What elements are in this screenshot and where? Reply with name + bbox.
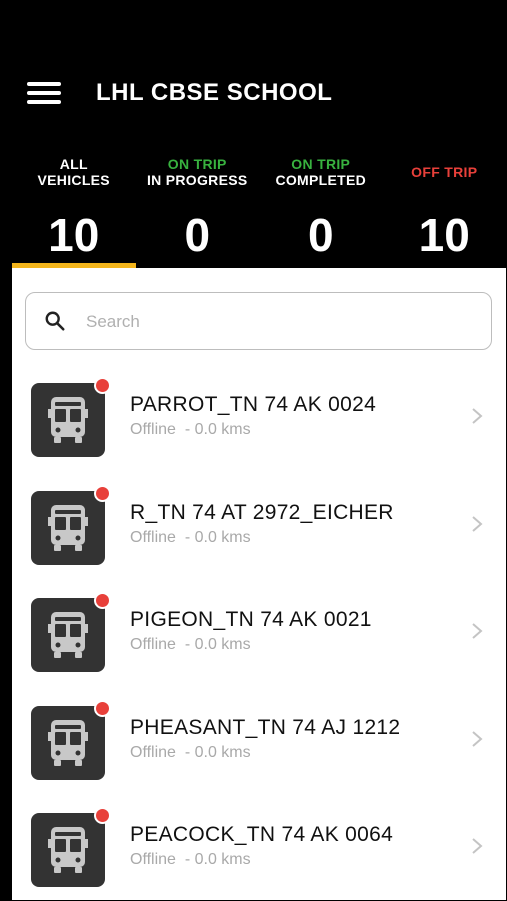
chevron-right-icon <box>472 730 483 747</box>
offline-status-dot <box>94 807 111 824</box>
app-header: LHL CBSE SCHOOL ALL VEHICLES 10 ON TRIP … <box>0 0 507 270</box>
vehicle-subtitle: Offline - 0.0 kms <box>130 421 251 439</box>
bus-icon <box>48 719 88 766</box>
vehicle-status: Offline <box>130 528 176 546</box>
tab-on-trip-in-progress[interactable]: ON TRIP IN PROGRESS 0 <box>136 150 260 268</box>
vehicle-status: Offline <box>130 636 176 653</box>
vehicle-status: Offline <box>130 851 176 868</box>
chevron-right-icon <box>472 515 483 532</box>
offline-status-dot <box>94 592 111 609</box>
bus-tile <box>31 705 105 780</box>
vehicle-distance: - 0.0 kms <box>184 528 251 546</box>
vehicle-list-item[interactable]: PEACOCK_TN 74 AK 0064 Offline - 0.0 kms <box>12 793 506 901</box>
vehicle-status: Offline <box>130 421 176 438</box>
app-title: LHL CBSE SCHOOL <box>96 79 333 106</box>
tab-label-line1: OFF TRIP <box>411 164 478 180</box>
hamburger-menu-icon[interactable] <box>27 80 61 106</box>
vehicle-filter-tabs: ALL VEHICLES 10 ON TRIP IN PROGRESS 0 ON… <box>12 150 506 268</box>
bus-icon <box>48 827 88 873</box>
vehicle-list-item[interactable]: PHEASANT_TN 74 AJ 1212 Offline - 0.0 kms <box>12 686 506 794</box>
bus-tile <box>31 490 105 565</box>
vehicle-name: PARROT_TN 74 AK 0024 <box>130 393 377 416</box>
tab-label-line2: IN PROGRESS <box>146 172 248 188</box>
tab-off-trip[interactable]: OFF TRIP 10 <box>383 150 507 268</box>
chevron-right-icon <box>472 623 483 639</box>
vehicle-subtitle: Offline - 0.0 kms <box>130 851 251 869</box>
offline-status-dot <box>94 484 111 502</box>
vehicle-name: PIGEON_TN 74 AK 0021 <box>130 608 372 631</box>
vehicle-subtitle: Offline - 0.0 kms <box>130 529 251 547</box>
search-input[interactable] <box>84 307 468 337</box>
offline-status-dot <box>94 699 111 717</box>
vehicle-list-item[interactable]: PIGEON_TN 74 AK 0021 Offline - 0.0 kms <box>12 578 506 686</box>
tab-count: 10 <box>48 209 100 261</box>
vehicle-name: PEACOCK_TN 74 AK 0064 <box>130 823 394 846</box>
vehicle-list-item[interactable]: PARROT_TN 74 AK 0024 Offline - 0.0 kms <box>12 363 506 471</box>
vehicle-distance: - 0.0 kms <box>184 743 251 761</box>
vehicle-name: PHEASANT_TN 74 AJ 1212 <box>130 715 401 739</box>
bus-icon <box>48 612 88 658</box>
tab-label-line2: VEHICLES <box>37 172 110 188</box>
bus-icon <box>48 397 88 443</box>
vehicle-distance: - 0.0 kms <box>184 636 251 653</box>
tab-all-vehicles[interactable]: ALL VEHICLES 10 <box>12 150 136 268</box>
tab-on-trip-completed[interactable]: ON TRIP COMPLETED 0 <box>259 150 383 268</box>
bus-icon <box>48 504 88 551</box>
tab-label-line1: ON TRIP <box>167 156 227 172</box>
vehicle-list: PARROT_TN 74 AK 0024 Offline - 0.0 kms R… <box>12 363 506 901</box>
tab-count: 10 <box>418 209 470 261</box>
tab-label-line1: ALL <box>59 156 88 172</box>
tab-label-line2: COMPLETED <box>275 172 367 188</box>
vehicle-name: R_TN 74 AT 2972_EICHER <box>130 500 394 524</box>
tab-label-line1: ON TRIP <box>291 156 351 172</box>
vehicle-list-panel: PARROT_TN 74 AK 0024 Offline - 0.0 kms R… <box>12 268 506 900</box>
bus-tile <box>31 813 105 887</box>
tab-count: 0 <box>307 209 334 261</box>
tab-count: 0 <box>184 209 211 261</box>
chevron-right-icon <box>472 408 483 424</box>
chevron-right-icon <box>472 838 483 854</box>
search-box[interactable] <box>25 292 492 350</box>
bus-tile <box>31 383 105 457</box>
vehicle-list-item[interactable]: R_TN 74 AT 2972_EICHER Offline - 0.0 kms <box>12 471 506 579</box>
search-icon <box>45 311 65 331</box>
vehicle-status: Offline <box>130 743 176 761</box>
vehicle-subtitle: Offline - 0.0 kms <box>130 636 251 654</box>
offline-status-dot <box>94 377 111 394</box>
bus-tile <box>31 598 105 672</box>
vehicle-distance: - 0.0 kms <box>184 851 251 868</box>
vehicle-subtitle: Offline - 0.0 kms <box>130 744 251 762</box>
vehicle-distance: - 0.0 kms <box>184 421 251 438</box>
